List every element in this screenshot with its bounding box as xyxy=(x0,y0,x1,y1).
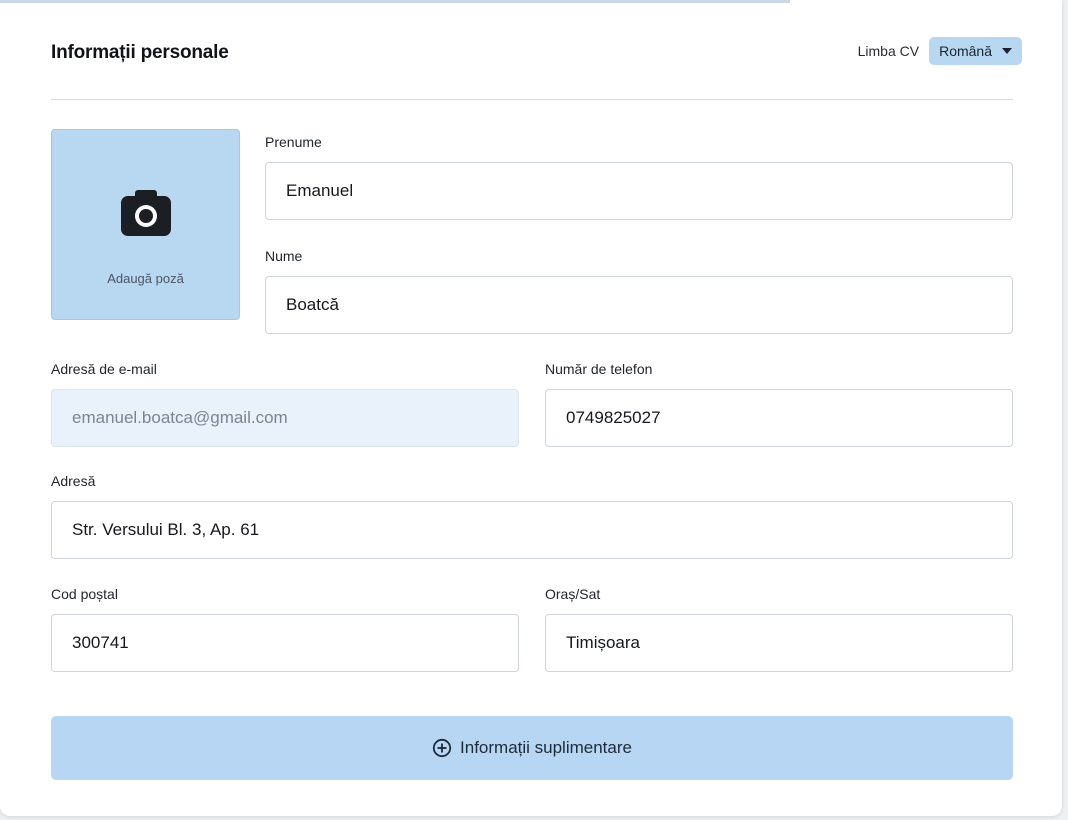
phone-value: 0749825027 xyxy=(566,408,661,427)
email-value: emanuel.boatca@gmail.com xyxy=(72,408,288,427)
first-name-value: Emanuel xyxy=(286,181,354,200)
phone-label: Număr de telefon xyxy=(545,361,653,377)
cv-language-value: Română xyxy=(939,43,992,59)
additional-info-label: Informații suplimentare xyxy=(460,738,632,757)
address-input[interactable]: Str. Versului Bl. 3, Ap. 61 xyxy=(51,501,1013,559)
cv-language-label: Limba CV xyxy=(857,43,920,59)
phone-input[interactable]: 0749825027 xyxy=(545,389,1013,447)
top-accent-bar xyxy=(0,0,790,3)
section-title: Informații personale xyxy=(51,42,229,63)
add-photo-button[interactable]: Adaugă poză xyxy=(51,129,240,320)
header-divider xyxy=(51,99,1013,100)
last-name-label: Nume xyxy=(265,248,303,264)
chevron-down-icon xyxy=(1002,48,1012,54)
camera-icon xyxy=(121,190,171,236)
personal-info-card: Informații personale Limba CV Română Ada… xyxy=(0,0,1062,816)
city-value: Timișoara xyxy=(566,633,640,652)
plus-circle-icon xyxy=(432,738,452,758)
last-name-value: Boatcă xyxy=(286,295,339,314)
address-label: Adresă xyxy=(51,473,96,489)
cv-language-select[interactable]: Română xyxy=(929,37,1022,65)
postal-code-input[interactable]: 300741 xyxy=(51,614,519,672)
add-photo-label: Adaugă poză xyxy=(107,271,184,286)
first-name-input[interactable]: Emanuel xyxy=(265,162,1013,220)
postal-code-label: Cod poștal xyxy=(51,586,118,602)
email-label: Adresă de e-mail xyxy=(51,361,157,377)
email-field: emanuel.boatca@gmail.com xyxy=(51,389,519,447)
cv-language-control: Limba CV Română xyxy=(858,36,1022,66)
additional-info-button[interactable]: Informații suplimentare xyxy=(51,716,1013,780)
address-value: Str. Versului Bl. 3, Ap. 61 xyxy=(72,520,260,539)
last-name-input[interactable]: Boatcă xyxy=(265,276,1013,334)
first-name-label: Prenume xyxy=(265,134,322,150)
city-input[interactable]: Timișoara xyxy=(545,614,1013,672)
postal-code-value: 300741 xyxy=(72,633,129,652)
city-label: Oraș/Sat xyxy=(545,586,601,602)
